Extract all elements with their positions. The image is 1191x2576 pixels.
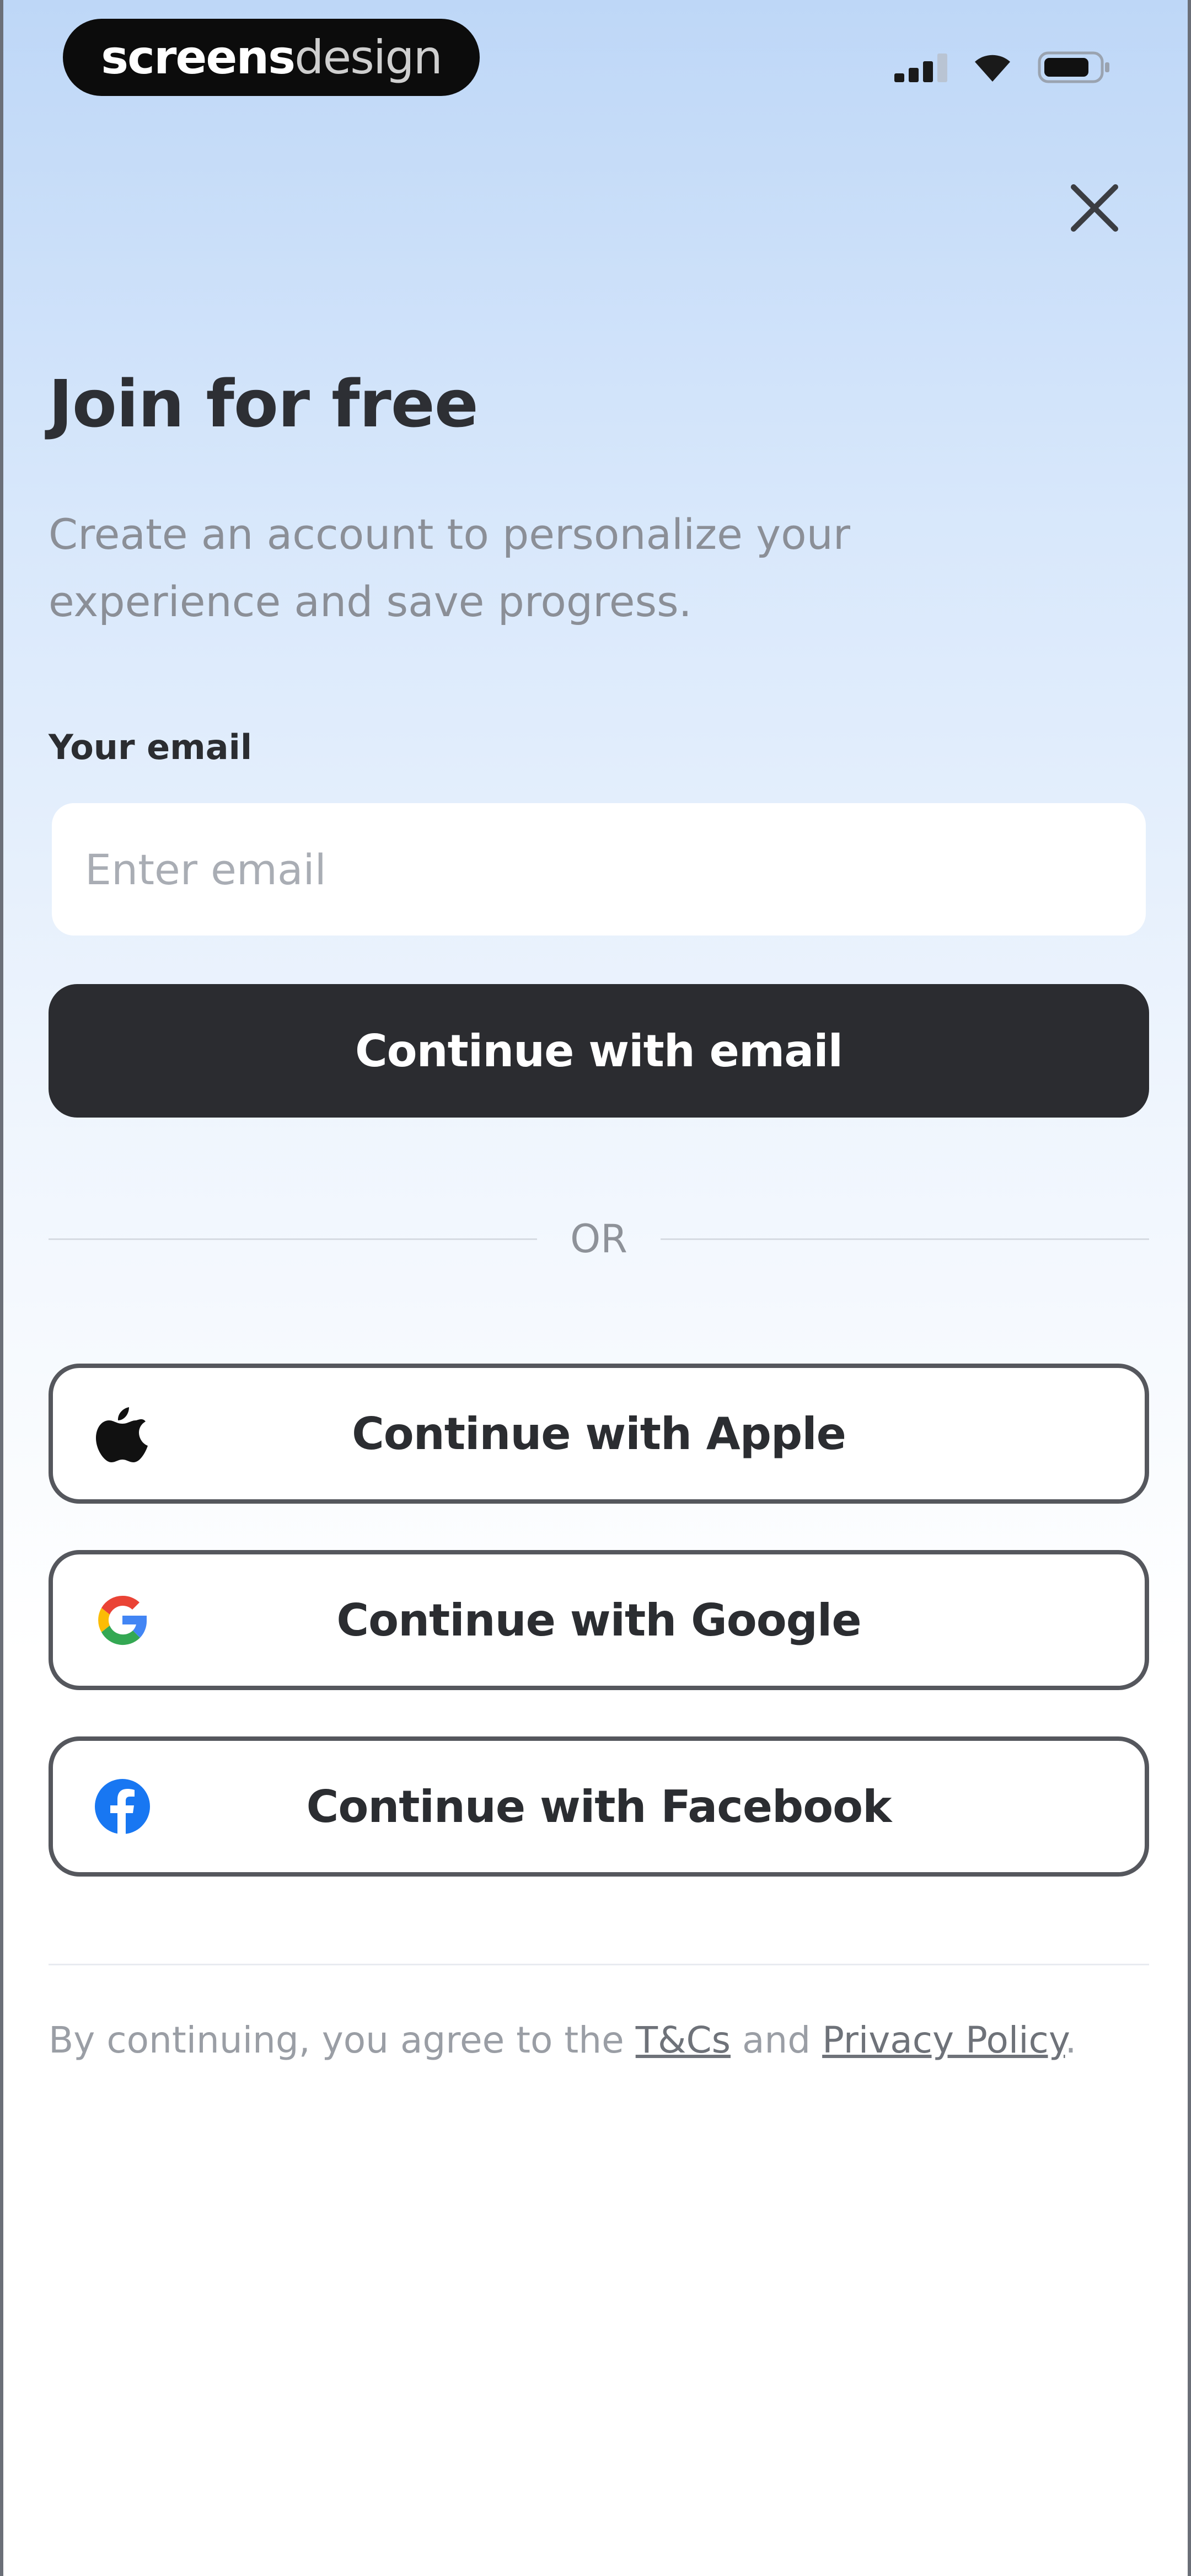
facebook-button-label: Continue with Facebook (306, 1781, 892, 1832)
brand-light-text: design (294, 30, 443, 84)
footer-divider (49, 1964, 1149, 1965)
battery-icon (1038, 51, 1110, 85)
privacy-policy-link[interactable]: Privacy Policy (822, 2019, 1065, 2061)
brand-bold-text: screens (101, 30, 296, 84)
brand-watermark: screens design (63, 19, 480, 96)
continue-with-apple-button[interactable]: Continue with Apple (49, 1364, 1149, 1504)
page-title: Join for free (49, 366, 479, 442)
close-button[interactable] (1064, 178, 1125, 238)
divider-line-right (660, 1238, 1149, 1240)
divider-line-left (49, 1238, 538, 1240)
signup-screen: screens design Join for free Create an a… (0, 0, 1191, 2576)
divider-text: OR (570, 1216, 627, 1262)
email-input[interactable] (52, 803, 1146, 936)
apple-button-label: Continue with Apple (352, 1408, 846, 1460)
wifi-icon (972, 52, 1013, 85)
continue-with-google-button[interactable]: Continue with Google (49, 1550, 1149, 1690)
legal-suffix: . (1065, 2019, 1077, 2061)
or-divider: OR (49, 1211, 1149, 1266)
continue-with-email-label: Continue with email (355, 1025, 843, 1077)
signal-icon (894, 52, 947, 84)
facebook-icon (93, 1777, 152, 1836)
email-label: Your email (49, 727, 253, 767)
terms-link[interactable]: T&Cs (636, 2019, 731, 2061)
legal-prefix: By continuing, you agree to the (49, 2019, 636, 2061)
apple-icon (93, 1404, 152, 1463)
google-button-label: Continue with Google (336, 1594, 861, 1646)
continue-with-facebook-button[interactable]: Continue with Facebook (49, 1736, 1149, 1877)
legal-and: and (730, 2019, 823, 2061)
google-icon (93, 1590, 152, 1650)
legal-text: By continuing, you agree to the T&Cs and… (49, 2019, 1149, 2061)
continue-with-email-button[interactable]: Continue with email (49, 984, 1149, 1118)
status-icons (894, 49, 1110, 88)
page-subtitle: Create an account to personalize your ex… (49, 510, 850, 626)
close-icon (1071, 184, 1118, 232)
